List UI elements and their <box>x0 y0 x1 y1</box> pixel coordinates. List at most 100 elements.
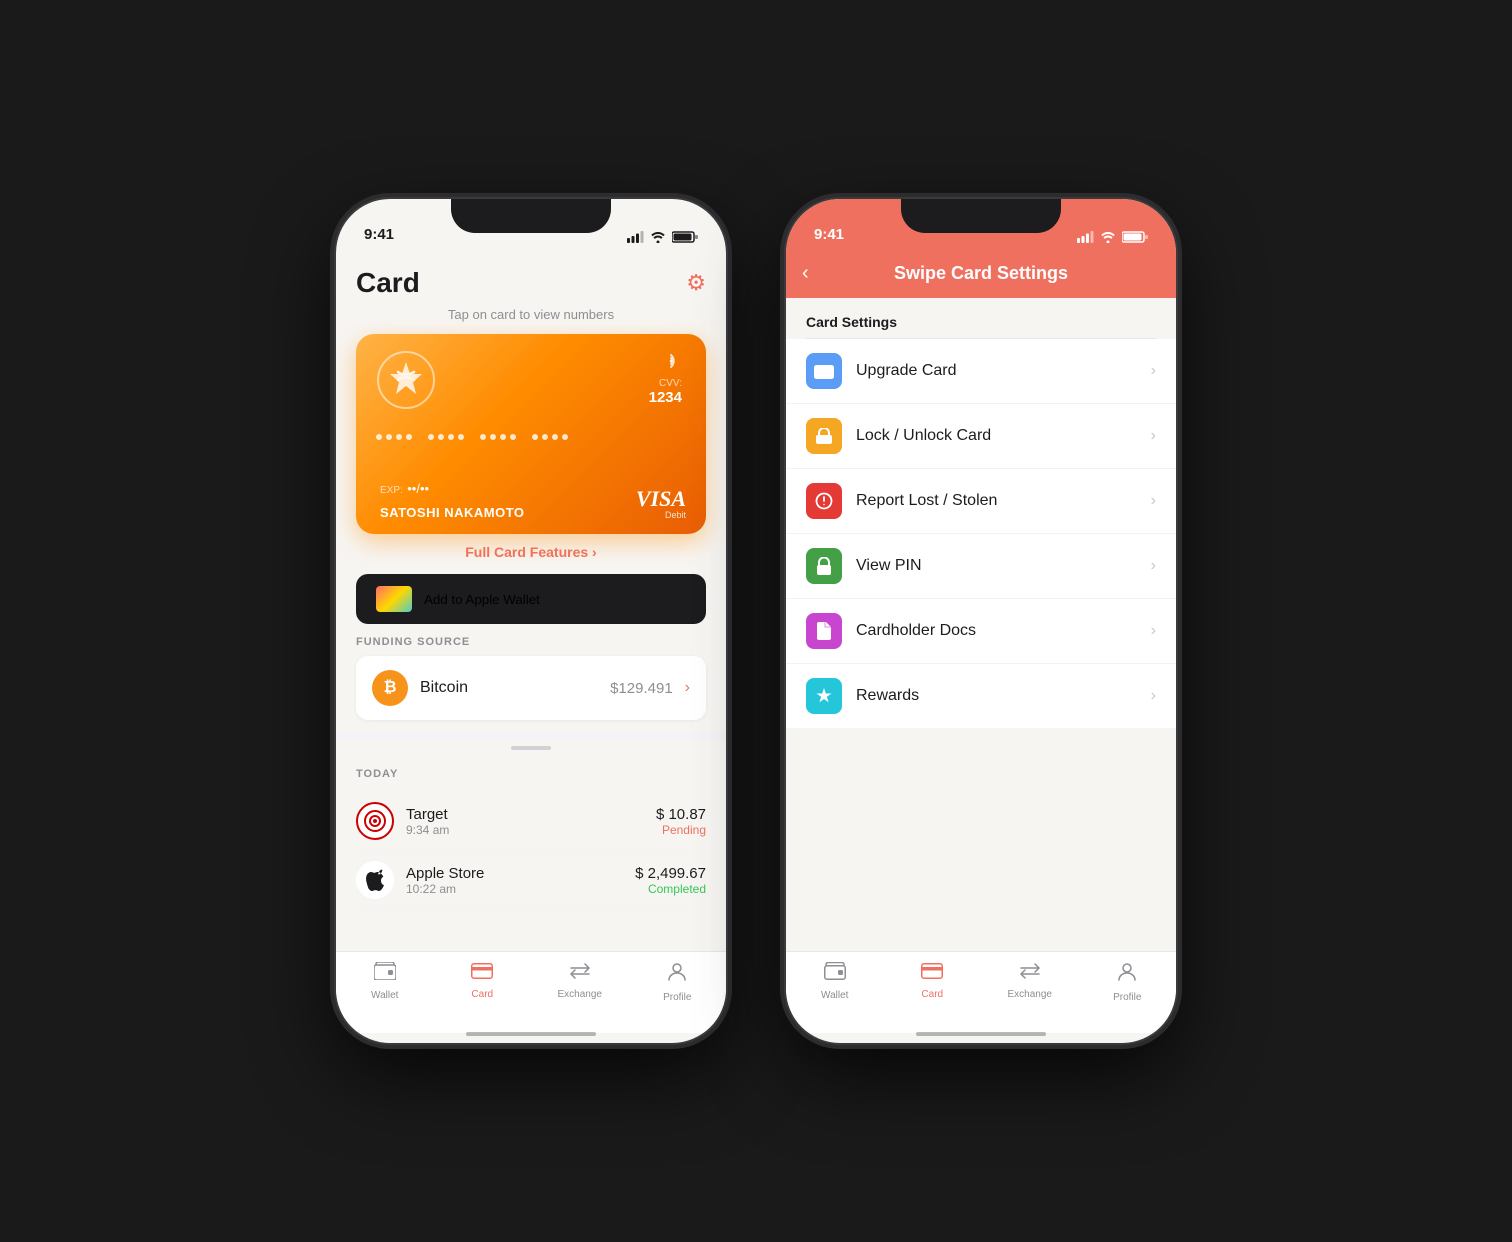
tab-wallet-label-2: Wallet <box>821 990 848 1001</box>
tab-card-2[interactable]: Card <box>884 962 982 1000</box>
back-button[interactable]: ‹ <box>802 262 809 285</box>
transaction-name-target: Target <box>406 806 644 823</box>
transaction-right-target: $ 10.87 Pending <box>656 806 706 837</box>
exchange-tab-icon-2 <box>1019 962 1041 985</box>
cardholder-docs-icon <box>806 613 842 649</box>
cardholder-docs-chevron: › <box>1151 622 1156 640</box>
tab-card-label-1: Card <box>471 989 493 1000</box>
battery-icon-2 <box>1122 231 1148 243</box>
exp-label: EXP: <box>380 485 403 496</box>
funding-amount: $129.491 <box>610 680 673 697</box>
upgrade-card-chevron: › <box>1151 362 1156 380</box>
transaction-row-target[interactable]: Target 9:34 am $ 10.87 Pending <box>356 792 706 851</box>
tab-exchange-label-1: Exchange <box>558 989 602 1000</box>
rewards-chevron: › <box>1151 687 1156 705</box>
transactions-list: TODAY Target 9:34 am $ 10.87 Pending <box>336 756 726 951</box>
settings-header: ‹ Swipe Card Settings <box>786 251 1176 298</box>
transaction-time-target: 9:34 am <box>406 823 644 837</box>
home-indicator-1 <box>336 1033 726 1039</box>
home-bar-1 <box>466 1032 596 1036</box>
card-page-header: Card ⚙ <box>336 251 726 307</box>
transaction-name-apple: Apple Store <box>406 865 623 882</box>
notch-2 <box>901 199 1061 233</box>
contactless-icon <box>660 350 682 378</box>
settings-row-rewards[interactable]: Rewards › <box>786 664 1176 728</box>
phone-1: 9:41 <box>336 199 726 1043</box>
exp-value: ••/•• <box>407 481 429 496</box>
funding-name: Bitcoin <box>420 679 598 697</box>
screen-1: 9:41 <box>336 199 726 1043</box>
profile-tab-icon-1 <box>667 962 687 988</box>
card-dots-3 <box>480 434 516 440</box>
notch <box>451 199 611 233</box>
report-lost-label: Report Lost / Stolen <box>856 492 1137 510</box>
card-expiry: EXP: ••/•• <box>380 480 429 498</box>
report-lost-chevron: › <box>1151 492 1156 510</box>
signal-icon-2 <box>1077 231 1094 243</box>
rewards-icon <box>806 678 842 714</box>
settings-row-report-lost[interactable]: Report Lost / Stolen › <box>786 469 1176 534</box>
tab-bar-1: Wallet Card Exchange <box>336 951 726 1033</box>
tab-profile-2[interactable]: Profile <box>1079 962 1177 1003</box>
signal-icon <box>627 231 644 243</box>
tab-wallet-2[interactable]: Wallet <box>786 962 884 1001</box>
tap-hint: Tap on card to view numbers <box>336 307 726 322</box>
full-card-link-text[interactable]: Full Card Features › <box>465 544 596 560</box>
scroll-indicator <box>336 740 726 756</box>
tab-bar-2: Wallet Card Exchange <box>786 951 1176 1033</box>
settings-row-lock-unlock[interactable]: Lock / Unlock Card › <box>786 404 1176 469</box>
card-dots-1 <box>376 434 412 440</box>
full-card-features-link[interactable]: Full Card Features › <box>336 534 726 570</box>
card-tab-icon-1 <box>471 962 493 985</box>
transaction-time-apple: 10:22 am <box>406 882 623 896</box>
tab-card-label-2: Card <box>921 989 943 1000</box>
tab-exchange-1[interactable]: Exchange <box>531 962 629 1000</box>
target-logo-icon <box>356 802 394 840</box>
credit-card-wrapper[interactable]: CVV: 1234 <box>336 334 726 534</box>
card-cvv: CVV: 1234 <box>649 378 682 406</box>
status-time-1: 9:41 <box>364 226 394 243</box>
status-time-2: 9:41 <box>814 226 844 243</box>
card-number <box>376 434 568 440</box>
lock-card-icon <box>806 418 842 454</box>
funding-source-row[interactable]: ₿ Bitcoin $129.491 › <box>356 656 706 720</box>
battery-icon <box>672 231 698 243</box>
credit-card[interactable]: CVV: 1234 <box>356 334 706 534</box>
home-indicator-2 <box>786 1033 1176 1039</box>
cvv-label: CVV: <box>649 378 682 389</box>
status-icons-1 <box>627 231 698 243</box>
exchange-tab-icon-1 <box>569 962 591 985</box>
view-pin-chevron: › <box>1151 557 1156 575</box>
tab-profile-label-2: Profile <box>1113 992 1141 1003</box>
tab-wallet-1[interactable]: Wallet <box>336 962 434 1001</box>
apple-wallet-label: Add to Apple Wallet <box>424 592 540 607</box>
add-to-apple-wallet-button[interactable]: Add to Apple Wallet <box>356 574 706 624</box>
bitcoin-icon: ₿ <box>372 670 408 706</box>
transaction-info-apple: Apple Store 10:22 am <box>406 865 623 896</box>
settings-row-cardholder-docs[interactable]: Cardholder Docs › <box>786 599 1176 664</box>
card-dots-4 <box>532 434 568 440</box>
tab-profile-1[interactable]: Profile <box>629 962 727 1003</box>
settings-section-header: Card Settings <box>786 298 1176 338</box>
apple-wallet-icon <box>376 586 412 612</box>
phone-2: 9:41 <box>786 199 1176 1043</box>
wifi-icon <box>650 231 666 243</box>
cvv-value: 1234 <box>649 389 682 406</box>
funding-source-label: FUNDING SOURCE <box>336 636 726 656</box>
transaction-amount-apple: $ 2,499.67 <box>635 865 706 882</box>
profile-tab-icon-2 <box>1117 962 1137 988</box>
tab-exchange-2[interactable]: Exchange <box>981 962 1079 1000</box>
transaction-row-apple[interactable]: Apple Store 10:22 am $ 2,499.67 Complete… <box>356 851 706 910</box>
wifi-icon-2 <box>1100 231 1116 243</box>
settings-row-upgrade-card[interactable]: Upgrade Card › <box>786 339 1176 404</box>
today-label: TODAY <box>356 768 706 780</box>
cardholder-docs-label: Cardholder Docs <box>856 622 1137 640</box>
view-pin-label: View PIN <box>856 557 1137 575</box>
card-holder-name: SATOSHI NAKAMOTO <box>380 505 525 520</box>
status-icons-2 <box>1077 231 1148 243</box>
settings-row-view-pin[interactable]: View PIN › <box>786 534 1176 599</box>
settings-gear-icon[interactable]: ⚙ <box>686 270 706 296</box>
settings-content: Card Settings Upgrade Card › <box>786 298 1176 951</box>
section-divider <box>336 732 726 740</box>
tab-card-1[interactable]: Card <box>434 962 532 1000</box>
